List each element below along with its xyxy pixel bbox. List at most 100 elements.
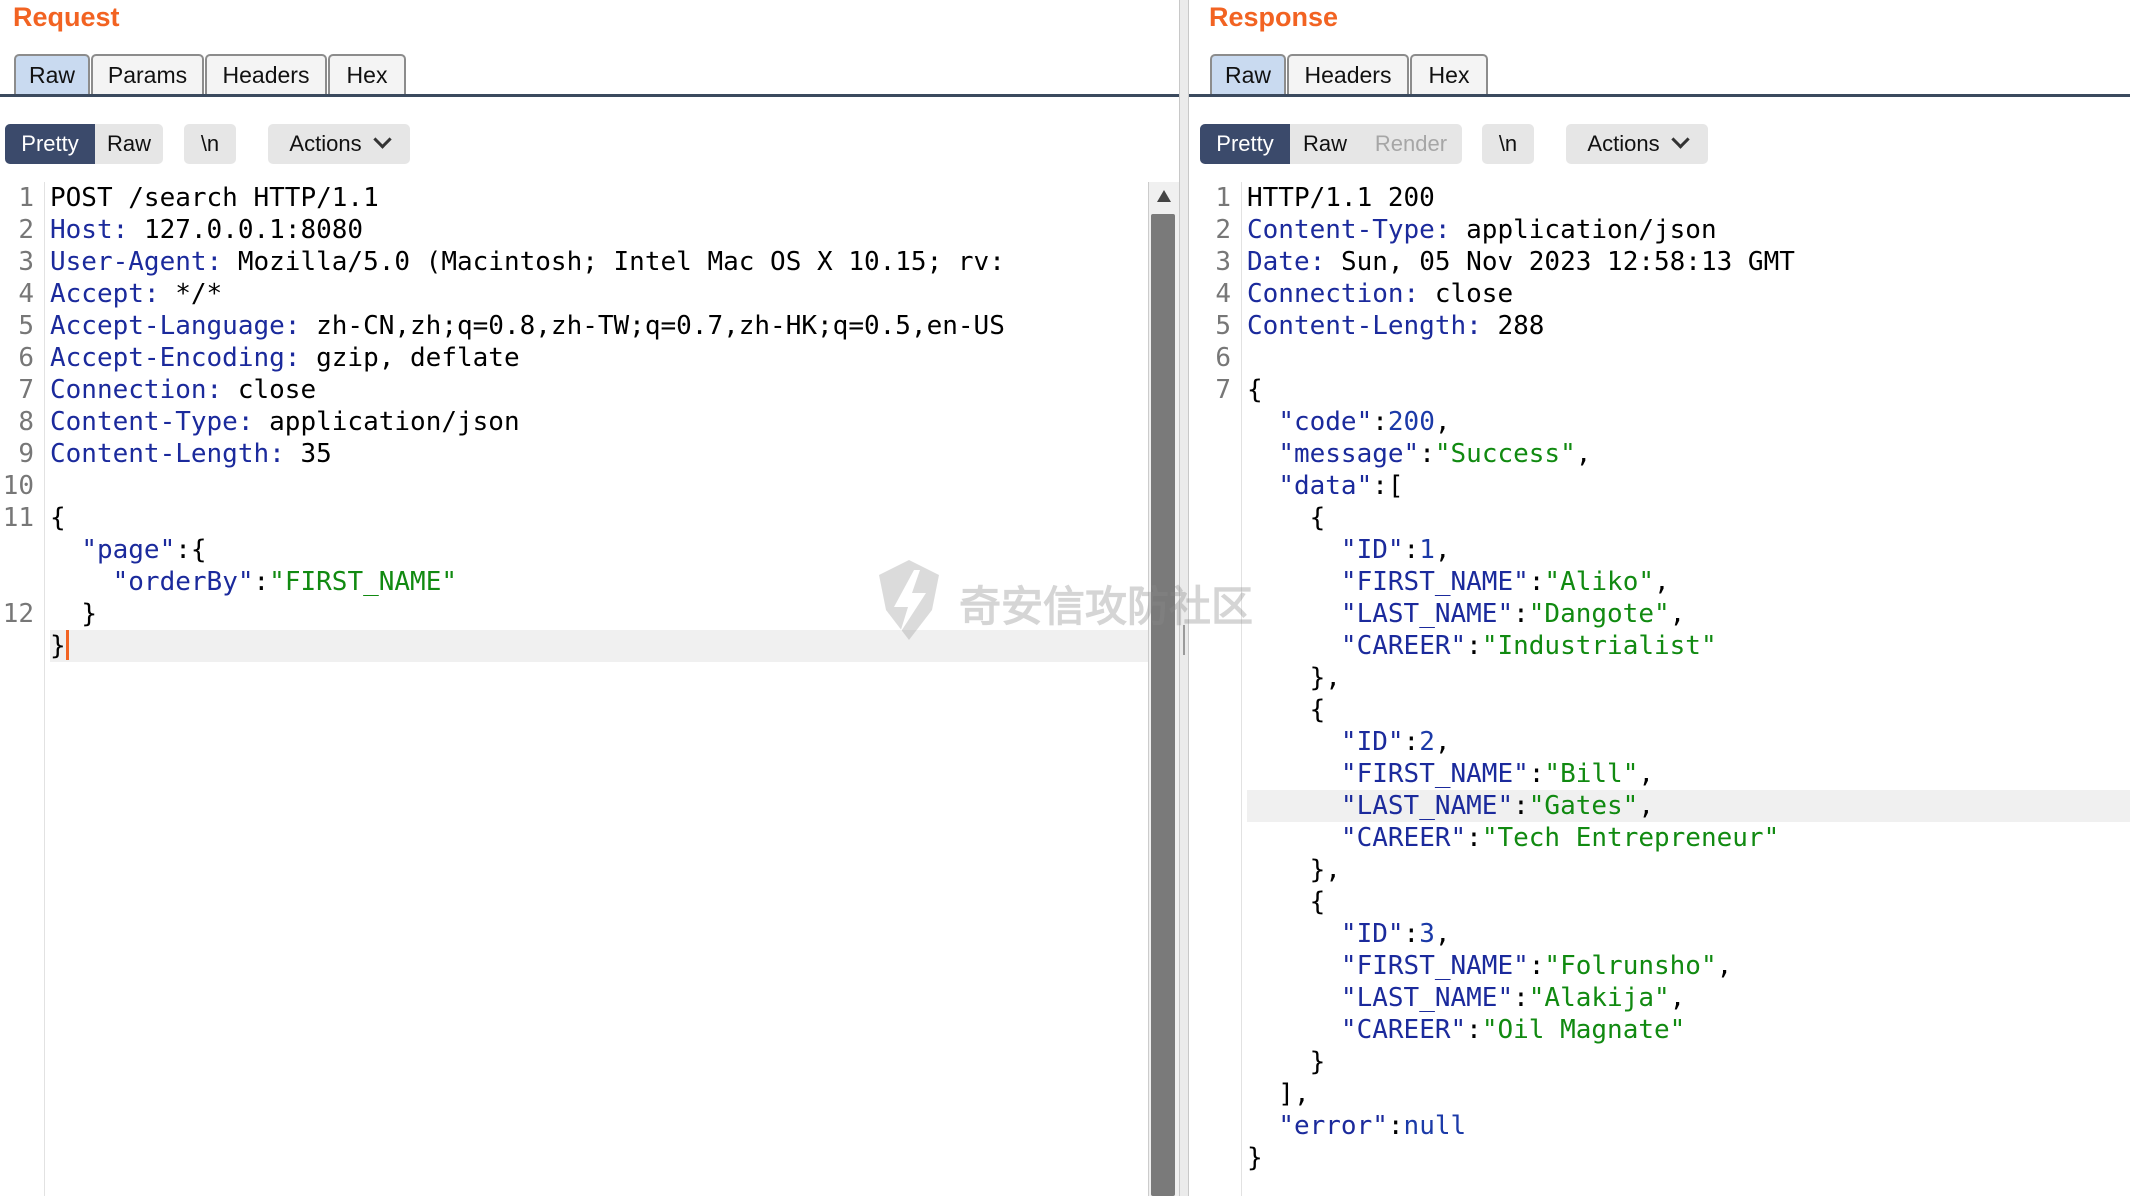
request-actions-button[interactable]: Actions — [268, 124, 410, 164]
request-line-gutter: 1 2 3 4 5 6 7 8 9 10 11 12 — [0, 182, 45, 1196]
line-number: 12 — [2, 599, 34, 629]
response-line: "FIRST_NAME":"Aliko", — [1340, 567, 1670, 597]
line-number: 6 — [1215, 343, 1231, 373]
line-number: 10 — [2, 471, 34, 501]
line-number: 4 — [1215, 279, 1231, 309]
request-toolbar: Pretty Raw \n Actions — [0, 120, 1179, 164]
response-tab-hex[interactable]: Hex — [1410, 54, 1488, 94]
response-line: "ID":3, — [1340, 919, 1451, 949]
response-tab-headers[interactable]: Headers — [1287, 54, 1409, 94]
response-line: "LAST_NAME":"Dangote", — [1340, 599, 1686, 629]
line-number: 11 — [2, 503, 34, 533]
response-toolbar: Pretty Raw Render \n Actions — [1189, 120, 2130, 164]
response-line: Connection: close — [1247, 279, 1514, 309]
response-line: { — [1247, 375, 1263, 405]
text-cursor — [65, 630, 69, 660]
response-line: "ID":1, — [1340, 535, 1451, 565]
line-number: 7 — [18, 375, 34, 405]
line-number: 2 — [18, 215, 34, 245]
request-view-toggle: Pretty Raw — [5, 124, 163, 164]
request-line: "page":{ — [81, 535, 207, 565]
response-title: Response — [1209, 2, 1339, 32]
line-number: 3 — [18, 247, 34, 277]
current-line-highlight — [50, 630, 1149, 662]
pane-splitter[interactable] — [1179, 0, 1189, 1196]
response-line: HTTP/1.1 200 — [1247, 183, 1435, 213]
response-line: ], — [1247, 1079, 1310, 1109]
response-line: Date: Sun, 05 Nov 2023 12:58:13 GMT — [1247, 247, 1795, 277]
response-line: } — [1247, 1143, 1263, 1173]
request-tab-raw[interactable]: Raw — [14, 54, 90, 94]
response-line: }, — [1247, 663, 1341, 693]
chevron-down-icon — [372, 130, 392, 149]
response-line: Content-Length: 288 — [1247, 311, 1545, 341]
response-line: "ID":2, — [1340, 727, 1451, 757]
response-view-raw[interactable]: Raw — [1290, 124, 1360, 164]
request-line: Accept: */* — [50, 279, 223, 309]
response-line: "CAREER":"Tech Entrepreneur" — [1340, 823, 1780, 853]
chevron-down-icon — [1670, 130, 1690, 149]
response-tabbar: Raw Headers Hex — [1189, 52, 2130, 97]
request-line: Content-Type: application/json — [50, 407, 520, 437]
request-code: POST /search HTTP/1.1 Host: 127.0.0.1:80… — [50, 182, 1149, 1196]
line-number: 6 — [18, 343, 34, 373]
response-line: "code":200, — [1278, 407, 1451, 437]
request-tabbar: Raw Params Headers Hex — [0, 52, 1179, 97]
request-scrollbar[interactable] — [1148, 182, 1179, 1196]
response-line: "CAREER":"Industrialist" — [1340, 631, 1717, 661]
request-editor[interactable]: 1 2 3 4 5 6 7 8 9 10 11 12 POST /search … — [0, 182, 1179, 1196]
response-tab-raw[interactable]: Raw — [1210, 54, 1286, 94]
request-line: POST /search HTTP/1.1 — [50, 183, 379, 213]
request-scrollbar-thumb[interactable] — [1151, 214, 1175, 1196]
line-number: 1 — [18, 183, 34, 213]
line-number: 1 — [1215, 183, 1231, 213]
response-line: "data":[ — [1278, 471, 1404, 501]
request-tab-hex[interactable]: Hex — [328, 54, 406, 94]
request-line: Accept-Encoding: gzip, deflate — [50, 343, 520, 373]
request-line: "orderBy":"FIRST_NAME" — [112, 567, 458, 597]
splitter-grip-icon[interactable] — [1183, 625, 1185, 655]
request-line: { — [50, 503, 66, 533]
response-line: }, — [1247, 855, 1341, 885]
response-pane: Response Raw Headers Hex Pretty Raw Rend… — [1189, 0, 2130, 1196]
response-line: "FIRST_NAME":"Bill", — [1340, 759, 1654, 789]
request-line: Accept-Language: zh-CN,zh;q=0.8,zh-TW;q=… — [50, 311, 1005, 341]
line-number: 9 — [18, 439, 34, 469]
request-tab-headers[interactable]: Headers — [205, 54, 327, 94]
line-number: 5 — [18, 311, 34, 341]
response-view-render: Render — [1374, 131, 1448, 156]
response-line: "LAST_NAME":"Gates", — [1340, 791, 1654, 821]
line-number: 5 — [1215, 311, 1231, 341]
response-line: } — [1247, 1047, 1326, 1077]
response-newline-toggle[interactable]: \n — [1482, 124, 1534, 164]
response-actions-button[interactable]: Actions — [1566, 124, 1708, 164]
line-number: 4 — [18, 279, 34, 309]
response-line: "error":null — [1278, 1111, 1467, 1141]
response-line-gutter: 1 2 3 4 5 6 7 — [1189, 182, 1242, 1196]
request-view-pretty[interactable]: Pretty — [5, 124, 95, 164]
scroll-up-icon[interactable] — [1157, 190, 1171, 202]
response-view-pretty[interactable]: Pretty — [1200, 124, 1290, 164]
request-line: Host: 127.0.0.1:8080 — [50, 215, 364, 245]
request-line: } — [50, 630, 69, 662]
response-view-toggle: Pretty Raw Render — [1200, 124, 1462, 164]
response-line: Content-Type: application/json — [1247, 215, 1717, 245]
request-view-raw[interactable]: Raw — [95, 124, 163, 164]
request-line: Content-Length: 35 — [50, 439, 332, 469]
response-editor[interactable]: 1 2 3 4 5 6 7 HTTP/1.1 200 Content-Type:… — [1189, 182, 2130, 1196]
response-actions-label: Actions — [1587, 131, 1660, 156]
response-code: HTTP/1.1 200 Content-Type: application/j… — [1247, 182, 2130, 1196]
response-line: "LAST_NAME":"Alakija", — [1340, 983, 1686, 1013]
request-newline-toggle[interactable]: \n — [184, 124, 236, 164]
line-number: 8 — [18, 407, 34, 437]
request-line: } — [81, 599, 97, 629]
request-pane: Request Raw Params Headers Hex Pretty Ra… — [0, 0, 1179, 1196]
request-line: User-Agent: Mozilla/5.0 (Macintosh; Inte… — [50, 247, 1005, 277]
response-line: "FIRST_NAME":"Folrunsho", — [1340, 951, 1733, 981]
response-line: { — [1247, 695, 1326, 725]
request-tab-params[interactable]: Params — [91, 54, 204, 94]
response-line: { — [1247, 887, 1326, 917]
line-number: 3 — [1215, 247, 1231, 277]
request-actions-label: Actions — [289, 131, 362, 156]
line-number: 7 — [1215, 375, 1231, 405]
